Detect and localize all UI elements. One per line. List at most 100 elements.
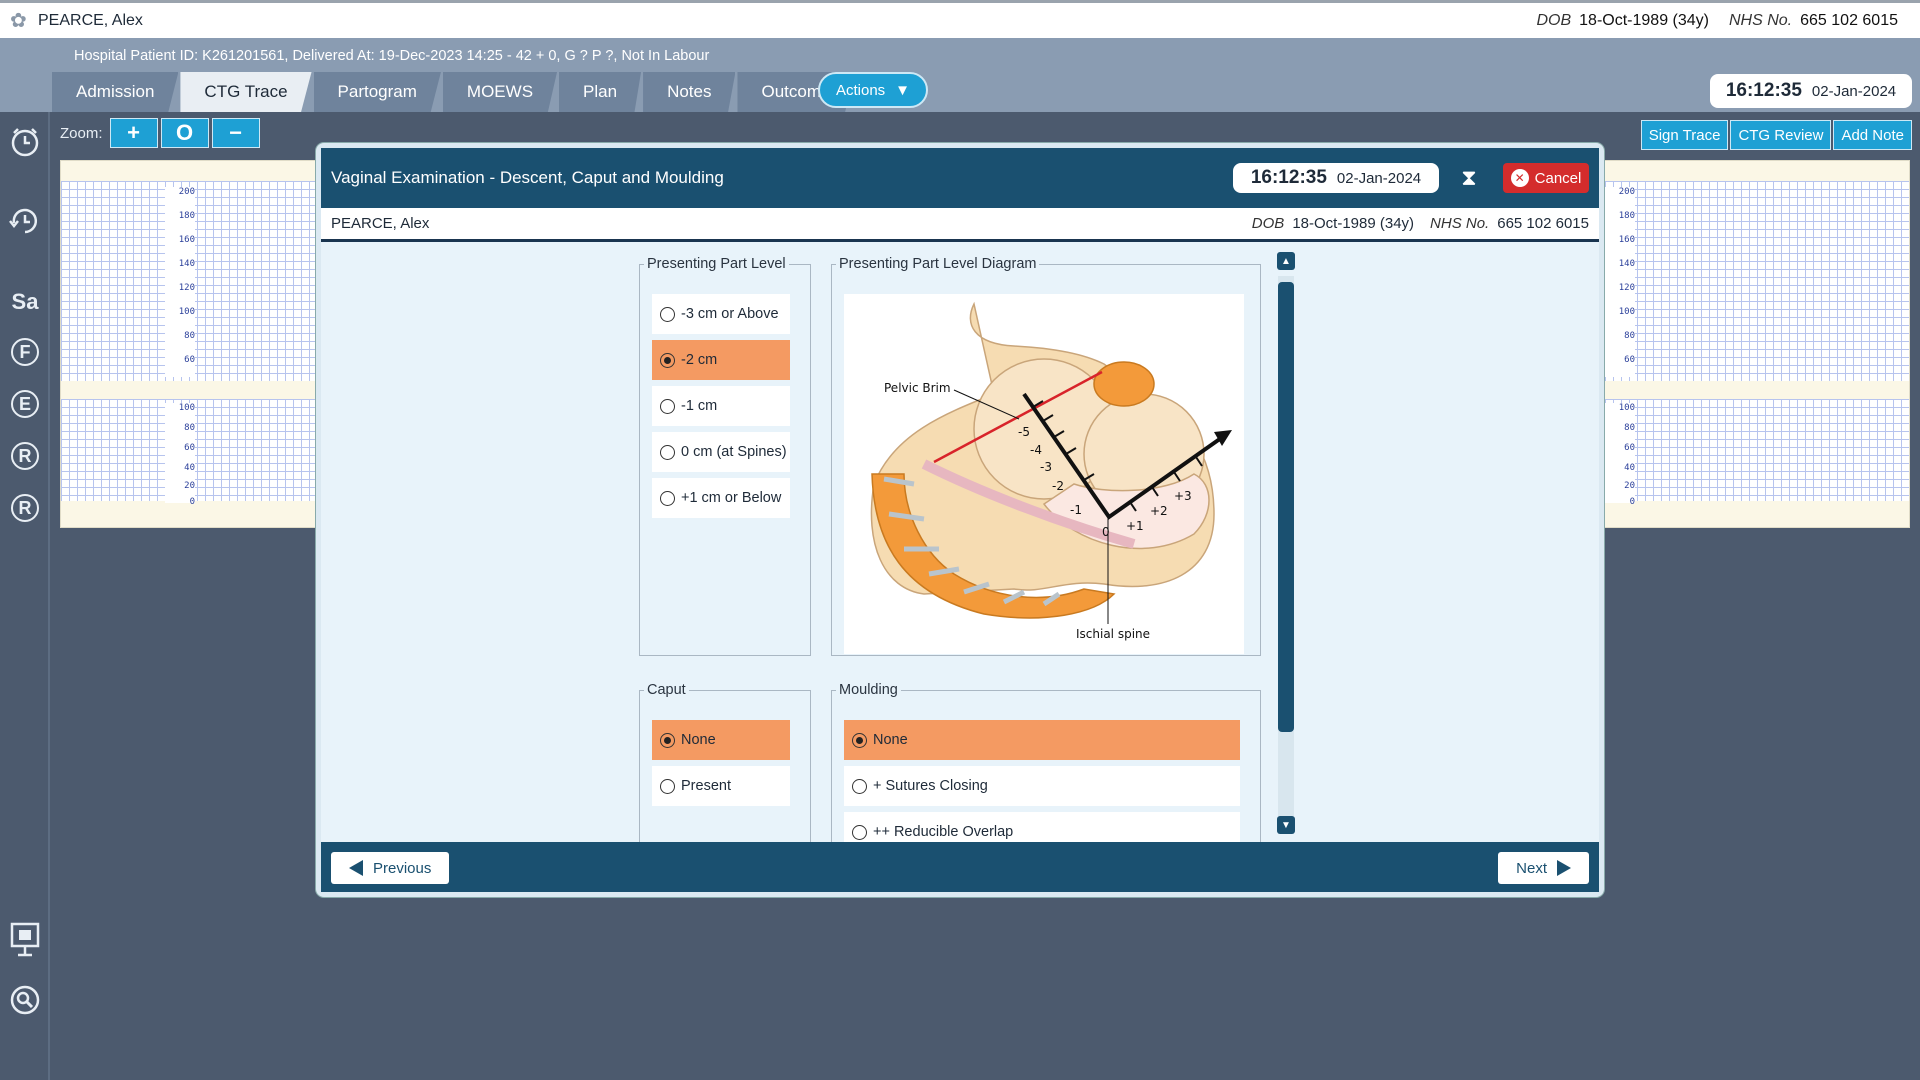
moulding-option-none[interactable]: None [844,720,1240,760]
toco-tick: 40 [1624,463,1635,473]
dialog-dob-value: 18-Oct-1989 (34y) [1292,215,1415,232]
toco-tick: 0 [189,497,195,507]
add-note-button[interactable]: Add Note [1833,120,1912,150]
tab-ctg-trace[interactable]: CTG Trace [180,72,312,112]
hospital-patient-info: Hospital Patient ID: K261201561, Deliver… [74,48,710,64]
radio-icon [660,444,675,460]
zoom-in-button[interactable]: + [109,118,158,148]
diagram-legend: Presenting Part Level Diagram [839,256,1037,272]
level-option-minus3[interactable]: -3 cm or Above [652,294,790,334]
level-option-plus1[interactable]: +1 cm or Below [652,478,790,518]
radio-icon [660,778,675,794]
zoom-out-button[interactable]: − [211,118,260,148]
tab-plan[interactable]: Plan [559,72,642,112]
caput-option-present[interactable]: Present [652,766,790,806]
caput-option-none[interactable]: None [652,720,790,760]
ctg-trace-left[interactable]: 200 180 160 140 120 100 80 60 100 80 60 … [60,160,320,528]
fhr-tick: 200 [1618,187,1635,197]
tick-label: -4 [1030,443,1042,457]
rail-f[interactable]: F [0,330,50,374]
ctg-review-button[interactable]: CTG Review [1730,120,1832,150]
pelvis-diagram: Pelvic Brim Ischial spine -5 -4 -3 -2 -1… [844,294,1244,654]
tick-label: -2 [1052,479,1064,493]
actions-button[interactable]: Actions ▼ [818,72,928,108]
previous-label: Previous [373,859,432,877]
radio-selected-icon [852,732,867,748]
previous-button[interactable]: Previous [331,852,450,884]
option-label: -2 cm [681,352,718,368]
rail-r2-label: R [11,494,39,522]
dob-value: 18-Oct-1989 (34y) [1579,11,1709,29]
zoom-reset-button[interactable]: O [160,118,209,148]
option-label: -3 cm or Above [681,306,779,322]
next-button[interactable]: Next [1498,852,1589,884]
clock-time: 16:12:35 [1725,80,1802,101]
patient-banner: ✿ PEARCE, Alex DOB 18-Oct-1989 (34y) NHS… [0,0,1920,38]
rail-r2[interactable]: R [0,486,50,530]
tab-partogram[interactable]: Partogram [313,72,441,112]
zoom-controls: Zoom: + O − [60,118,260,148]
search-icon[interactable] [0,978,50,1022]
dialog-scrollbar[interactable]: ▲ ▼ [1277,252,1295,842]
toco-tick: 20 [1624,481,1635,491]
moulding-group: Moulding None + Sutures Closing ++ Reduc… [831,682,1261,842]
radio-selected-icon [660,732,675,748]
fhr-grid [1605,181,1909,381]
toco-tick: 60 [1624,443,1635,453]
tick-label: -3 [1040,460,1052,474]
filter-icon[interactable]: ⧗ [1457,166,1481,190]
dialog-body[interactable]: Presenting Part Level -3 cm or Above -2 … [321,242,1599,842]
rail-f-label: F [11,338,39,366]
dob-label: DOB [1536,11,1572,29]
fhr-scale: 200 180 160 140 120 100 80 60 [1605,187,1635,377]
ctg-trace-right[interactable]: 200 180 160 140 120 100 80 60 100 80 60 … [1604,160,1910,528]
actions-label: Actions [835,81,886,99]
arrow-right-icon [1557,860,1571,876]
tick-label: +2 [1150,504,1168,518]
fhr-tick: 80 [184,331,195,341]
level-option-zero[interactable]: 0 cm (at Spines) [652,432,790,472]
fhr-scale: 200 180 160 140 120 100 80 60 [165,187,195,377]
toco-tick: 40 [184,463,195,473]
toco-tick: 80 [184,423,195,433]
patient-ids: DOB 18-Oct-1989 (34y) NHS No. 665 102 60… [1536,12,1910,30]
dialog-clock[interactable]: 16:12:35 02-Jan-2024 [1233,163,1439,193]
rail-r1[interactable]: R [0,434,50,478]
tab-admission[interactable]: Admission [52,72,179,112]
fhr-tick: 60 [184,355,195,365]
level-option-minus2[interactable]: -2 cm [652,340,790,380]
radio-icon [660,490,675,506]
dialog-dob-label: DOB [1251,215,1285,232]
zoom-label: Zoom: [60,124,103,142]
history-icon[interactable] [0,198,50,242]
level-option-minus1[interactable]: -1 cm [652,386,790,426]
toco-tick: 100 [178,403,195,413]
sign-trace-button[interactable]: Sign Trace [1640,120,1729,150]
tab-moews[interactable]: MOEWS [442,72,558,112]
toco-tick: 60 [184,443,195,453]
moulding-option-sutures-closing[interactable]: + Sutures Closing [844,766,1240,806]
monitor-icon[interactable] [0,918,50,962]
scroll-down-icon[interactable]: ▼ [1277,816,1295,834]
rail-sa[interactable]: Sa [0,280,50,324]
dialog-nhs-value: 665 102 6015 [1497,215,1589,232]
alarm-clock-icon[interactable] [0,120,50,164]
option-label: 0 cm (at Spines) [681,444,787,460]
radio-selected-icon [660,352,675,368]
header-band: Hospital Patient ID: K261201561, Deliver… [0,38,1920,112]
tick-label: +3 [1174,489,1192,503]
scroll-up-icon[interactable]: ▲ [1277,252,1295,270]
rail-e[interactable]: E [0,382,50,426]
caput-legend: Caput [647,682,686,698]
presenting-part-level-group: Presenting Part Level -3 cm or Above -2 … [639,256,811,656]
tick-label: -1 [1070,503,1082,517]
option-label: + Sutures Closing [873,778,988,794]
dialog-clock-date: 02-Jan-2024 [1336,169,1422,187]
tab-notes[interactable]: Notes [643,72,736,112]
moulding-option-reducible-overlap[interactable]: ++ Reducible Overlap [844,812,1240,842]
fhr-tick: 160 [178,235,195,245]
cancel-button[interactable]: ✕ Cancel [1503,163,1589,193]
dialog-clock-time: 16:12:35 [1250,167,1327,188]
scroll-thumb[interactable] [1278,282,1294,732]
flower-icon: ✿ [10,9,27,32]
